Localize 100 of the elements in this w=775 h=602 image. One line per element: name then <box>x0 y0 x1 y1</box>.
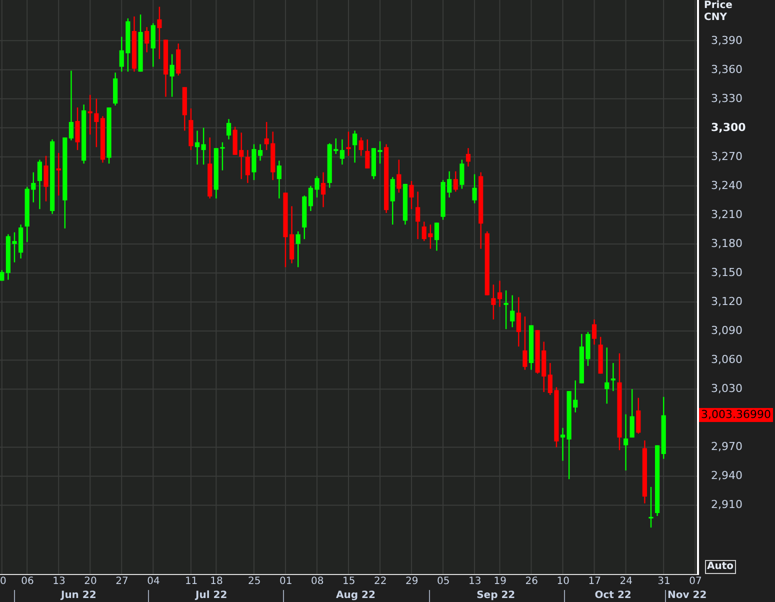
date-tick-label: 05 <box>437 576 450 588</box>
date-tick-label: 04 <box>147 576 160 588</box>
date-tick-label: 0 <box>0 576 6 588</box>
rising-candle <box>352 130 358 163</box>
rising-candle <box>402 184 408 225</box>
rising-candle <box>226 119 232 140</box>
falling-candle <box>346 132 351 156</box>
falling-candle <box>453 171 458 192</box>
rising-candle <box>378 141 382 164</box>
rising-candle <box>296 231 300 268</box>
date-tick-label: 17 <box>588 576 601 588</box>
falling-candle <box>132 16 137 72</box>
rising-candle <box>390 177 395 225</box>
date-tick-label: 13 <box>468 576 482 588</box>
rising-candle <box>314 176 320 198</box>
falling-candle <box>44 156 48 202</box>
falling-candle <box>535 330 540 374</box>
falling-candle <box>56 152 61 196</box>
falling-candle <box>428 224 433 249</box>
falling-candle <box>264 122 269 150</box>
falling-candle <box>321 172 326 208</box>
auto-scale-button[interactable]: Auto <box>705 560 736 574</box>
price-tick-label: 3,210 <box>711 206 742 223</box>
falling-candle <box>270 132 276 180</box>
price-tick-label: 3,150 <box>711 264 742 281</box>
falling-candle <box>466 148 471 166</box>
rising-candle <box>126 18 130 72</box>
month-label: Oct 22 <box>594 589 632 602</box>
month-label: Nov 22 <box>668 589 707 602</box>
falling-candle <box>176 44 181 76</box>
date-tick-label: 13 <box>52 576 66 588</box>
rising-candle <box>150 23 156 67</box>
rising-candle <box>440 180 446 220</box>
price-tick-label: 3,390 <box>711 32 742 49</box>
rising-candle <box>586 332 590 366</box>
currency-label: CNY <box>703 12 728 24</box>
falling-candle <box>358 137 364 156</box>
price-tick-label: 3,060 <box>711 352 742 368</box>
month-label: Jun 22 <box>60 589 96 602</box>
rising-candle <box>138 14 143 72</box>
price-tick-label: 3,330 <box>711 90 742 107</box>
falling-candle <box>396 160 402 193</box>
falling-candle <box>516 297 521 347</box>
rising-candle <box>528 325 534 370</box>
date-tick-label: 31 <box>658 576 670 588</box>
falling-candle <box>384 144 389 213</box>
date-tick-label: 24 <box>620 576 633 588</box>
falling-candle <box>182 87 187 131</box>
date-tick-label: 26 <box>525 576 538 588</box>
date-tick-label: 29 <box>406 576 418 588</box>
price-tick-label: 3,180 <box>711 236 742 252</box>
falling-candle <box>554 387 559 448</box>
falling-candle <box>636 398 641 434</box>
rising-candle <box>504 290 508 330</box>
date-tick-label: 22 <box>374 576 387 588</box>
falling-candle <box>642 440 647 504</box>
price-tick-label: 3,300 <box>711 120 746 136</box>
price-tick-label: 2,970 <box>711 439 742 456</box>
date-tick-label: 15 <box>342 576 356 588</box>
month-label: Aug 22 <box>336 589 376 602</box>
falling-candle <box>144 27 150 52</box>
date-tick-label: 07 <box>689 576 702 588</box>
price-tick-label: 3,030 <box>711 381 742 398</box>
last-price-label: 3,003.36990 <box>699 408 773 422</box>
month-label: Jul 22 <box>196 589 228 602</box>
rising-candle <box>327 143 332 188</box>
month-label: Sep 22 <box>476 589 516 602</box>
rising-candle <box>106 107 112 164</box>
date-tick-label: 06 <box>21 576 34 588</box>
falling-candle <box>409 181 414 210</box>
rising-candle <box>12 232 17 262</box>
price-tick-label: 3,090 <box>711 323 742 340</box>
falling-candle <box>75 107 80 150</box>
rising-candle <box>170 54 174 97</box>
price-tick-label: 3,360 <box>711 62 742 78</box>
falling-candle <box>365 139 370 168</box>
rising-candle <box>220 142 225 170</box>
price-tick-label: 2,910 <box>711 497 742 514</box>
price-tick-label: 3,240 <box>711 178 742 194</box>
rising-candle <box>434 222 440 251</box>
rising-candle <box>82 104 86 164</box>
date-tick-label: 19 <box>494 576 506 588</box>
axis-title: Price <box>703 0 734 12</box>
price-tick-label: 3,120 <box>711 294 742 310</box>
date-tick-label: 08 <box>310 576 324 588</box>
date-tick-label: 11 <box>184 576 198 588</box>
date-tick-label: 10 <box>556 576 570 588</box>
rising-candle <box>447 171 452 198</box>
rising-candle <box>276 160 282 198</box>
date-tick-label: 20 <box>84 576 97 588</box>
date-tick-label: 01 <box>279 576 292 588</box>
falling-candle <box>88 94 92 135</box>
rising-candle <box>371 148 376 180</box>
price-tick-label: 2,940 <box>711 468 742 484</box>
rising-candle <box>460 160 464 189</box>
rising-candle <box>214 148 218 198</box>
rising-candle <box>648 486 654 528</box>
date-tick-label: 18 <box>210 576 223 588</box>
date-tick-label: 25 <box>248 576 261 588</box>
rising-candle <box>472 174 477 204</box>
